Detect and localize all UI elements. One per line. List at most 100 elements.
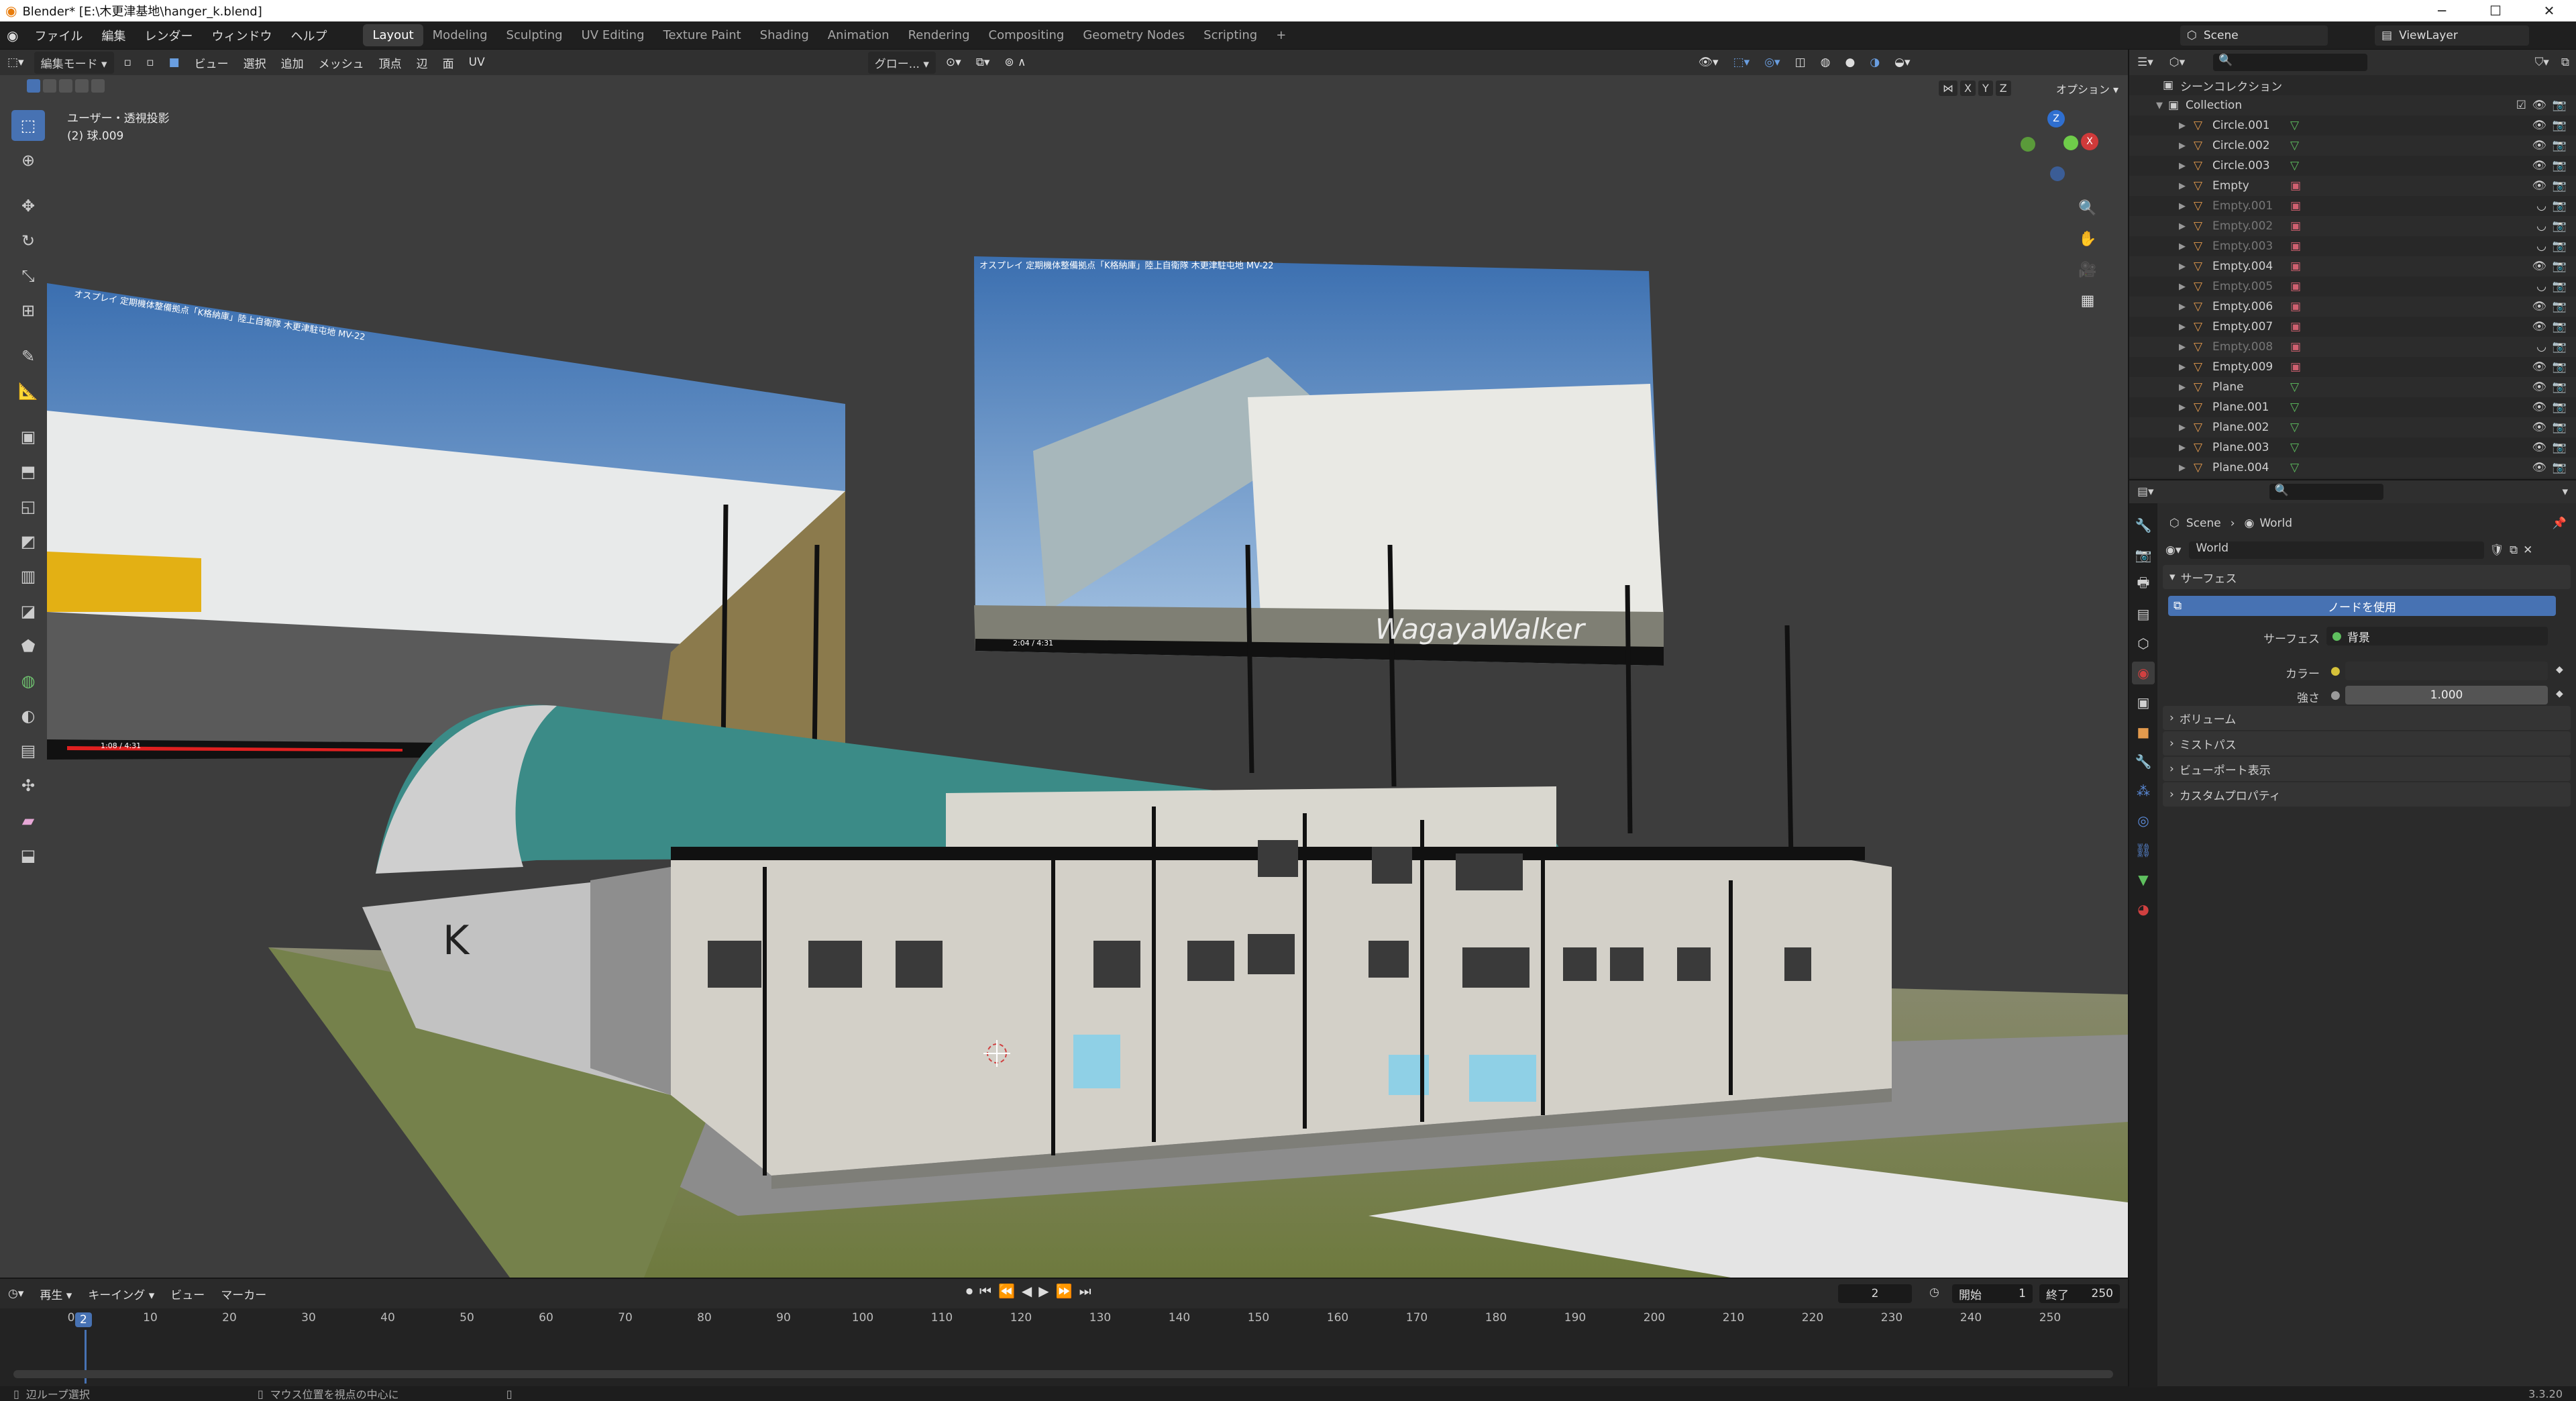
expand-icon[interactable]: ▶ [2179,282,2186,292]
shading-rendered-icon[interactable]: ◒▾ [1887,56,1917,69]
scale-tool-icon[interactable]: ⤡ [11,260,45,291]
jump-start-icon[interactable]: ⏮ [979,1283,991,1299]
expand-icon[interactable]: ▶ [2179,181,2186,191]
tool-tab-icon[interactable]: 🔧 [2132,514,2155,537]
snap-icon[interactable]: ⧉▾ [969,56,998,69]
play-reverse-icon[interactable]: ◀ [1022,1283,1032,1299]
menu-face[interactable]: 面 [435,54,462,71]
transform-orientation-dropdown[interactable]: グロー... ▾ [867,51,936,74]
eye-icon[interactable]: 👁 [2532,179,2546,193]
outliner-row[interactable]: ▶ ▽ Empty.004 ▣ 👁 📷 [2129,256,2576,276]
proportional-editing-icon[interactable]: ⊚ ∧ [997,56,1033,69]
overlays-icon[interactable]: ◎▾ [1757,56,1787,69]
eye-icon[interactable]: 👁 [2532,139,2546,152]
shading-wireframe-icon[interactable]: ◍ [1813,56,1838,69]
eye-icon[interactable]: 👁 [2532,119,2546,132]
axis-y-neg-icon[interactable] [2021,137,2035,152]
object-name[interactable]: Empty.005 [2212,280,2273,293]
render-camera-icon[interactable]: 📷 [2553,461,2567,474]
pan-hand-icon[interactable]: ✋ [2074,225,2101,252]
shading-material-icon[interactable]: ◑ [1862,56,1887,69]
expand-icon[interactable]: ▶ [2179,362,2186,372]
axis-x-icon[interactable]: X [2081,133,2098,150]
image-data-icon[interactable]: ▣ [2290,199,2301,213]
tab-uv-editing[interactable]: UV Editing [572,24,654,46]
material-tab-icon[interactable]: ◕ [2132,898,2155,921]
select-intersect-icon[interactable] [91,79,105,93]
strength-field[interactable]: 1.000 [2345,686,2548,705]
cursor-tool-icon[interactable]: ⊕ [11,145,45,176]
eye-icon[interactable]: 👁 [2532,441,2546,454]
fake-user-icon[interactable]: 🛡 [2489,543,2504,557]
object-tab-icon[interactable]: ■ [2132,721,2155,743]
color-swatch[interactable] [2345,662,2548,680]
rotate-tool-icon[interactable]: ↻ [11,225,45,256]
menu-timeline-view[interactable]: ビュー [162,1286,213,1302]
scene-selector[interactable]: ⬡ Scene [2180,25,2328,46]
menu-marker[interactable]: マーカー [213,1286,274,1302]
collection-checkbox-icon[interactable]: ☑ [2516,99,2526,112]
axis-z-neg-icon[interactable] [2050,166,2065,181]
select-invert-icon[interactable] [75,79,89,93]
scene-collection-row[interactable]: ▣ シーンコレクション [2129,75,2576,95]
expand-icon[interactable]: ▶ [2179,201,2186,211]
render-camera-icon[interactable]: 📷 [2553,240,2567,253]
outliner-row[interactable]: ▶ ▽ Empty.006 ▣ 👁 📷 [2129,297,2576,317]
xray-icon[interactable]: ◫ [1788,56,1813,69]
outliner-row[interactable]: ▶ ▽ Circle.001 ▽ 👁 📷 [2129,115,2576,136]
expand-icon[interactable]: ▶ [2179,121,2186,131]
menu-window[interactable]: ウィンドウ [202,27,281,44]
options-dropdown[interactable]: オプション ▾ [2056,81,2118,97]
panel-header[interactable]: › ミストパス [2163,731,2571,756]
output-tab-icon[interactable]: 🖶 [2132,573,2155,596]
select-new-icon[interactable] [27,79,40,93]
play-icon[interactable]: ▶ [1038,1283,1049,1299]
outliner-row[interactable]: ▶ ▽ Plane.004 ▽ 👁 📷 [2129,458,2576,478]
object-name[interactable]: Circle.001 [2212,119,2270,132]
world-tab-icon[interactable]: ◉ [2132,662,2155,684]
outliner-row[interactable]: ▶ ▽ Plane.003 ▽ 👁 📷 [2129,437,2576,458]
gizmo-toggle-icon[interactable]: ⬚▾ [1726,56,1758,69]
record-icon[interactable]: ⏺ [966,1283,973,1299]
outliner-row[interactable]: ▶ ▽ Circle.002 ▽ 👁 📷 [2129,136,2576,156]
mirror-toggle-icon[interactable]: ⋈ [1939,81,1957,96]
eye-icon[interactable]: 👁 [2532,260,2546,273]
tab-compositing[interactable]: Compositing [979,24,1074,46]
extrude-tool-icon[interactable]: ⬒ [11,456,45,487]
render-camera-icon[interactable]: 📷 [2553,421,2567,434]
tab-geometry-nodes[interactable]: Geometry Nodes [1073,24,1194,46]
outliner-row[interactable]: ▶ ▽ Empty.005 ▣ ◡ 📷 [2129,276,2576,297]
properties-search-field[interactable]: 🔍 [2269,484,2383,500]
outliner-row[interactable]: ▶ ▽ Empty ▣ 👁 📷 [2129,176,2576,196]
start-frame-field[interactable]: 開始 1 [1952,1284,2033,1303]
render-camera-icon[interactable]: 📷 [2553,219,2567,233]
eye-icon[interactable]: ◡ [2536,240,2546,253]
eye-icon[interactable]: 👁 [2532,300,2546,313]
expand-icon[interactable]: ▶ [2179,382,2186,393]
image-data-icon[interactable]: ▣ [2290,219,2301,233]
poly-build-tool-icon[interactable]: ⬟ [11,631,45,662]
menu-add[interactable]: 追加 [274,54,311,71]
ortho-toggle-icon[interactable]: ▦ [2074,287,2101,314]
image-data-icon[interactable]: ▣ [2290,240,2301,253]
inset-tool-icon[interactable]: ◱ [11,491,45,522]
tab-sculpting[interactable]: Sculpting [497,24,572,46]
camera-view-icon[interactable]: 🎥 [2074,256,2101,283]
world-name-field[interactable]: World [2189,541,2485,559]
object-name[interactable]: Empty.009 [2212,360,2273,374]
tab-layout[interactable]: Layout [363,24,423,46]
eye-icon[interactable]: 👁 [2532,360,2546,374]
mesh-data-icon[interactable]: ▽ [2290,421,2299,434]
outliner-row[interactable]: ▶ ▽ Plane.001 ▽ 👁 📷 [2129,397,2576,417]
knife-tool-icon[interactable]: ◪ [11,596,45,627]
collection-row[interactable]: ▼ ▣ Collection ☑ 👁 📷 [2129,95,2576,115]
menu-vertex[interactable]: 頂点 [372,54,409,71]
select-mode-edge-icon[interactable]: ▫ [139,56,162,69]
eye-icon[interactable]: 👁 [2532,380,2546,394]
pin-icon[interactable]: 📌 [2553,517,2567,530]
jump-keyframe-forward-icon[interactable]: ⏩ [1056,1283,1073,1299]
render-camera-icon[interactable]: 📷 [2553,139,2567,152]
outliner-row[interactable]: ▶ ▽ Empty.008 ▣ ◡ 📷 [2129,337,2576,357]
tab-rendering[interactable]: Rendering [899,24,979,46]
shear-tool-icon[interactable]: ▰ [11,805,45,836]
